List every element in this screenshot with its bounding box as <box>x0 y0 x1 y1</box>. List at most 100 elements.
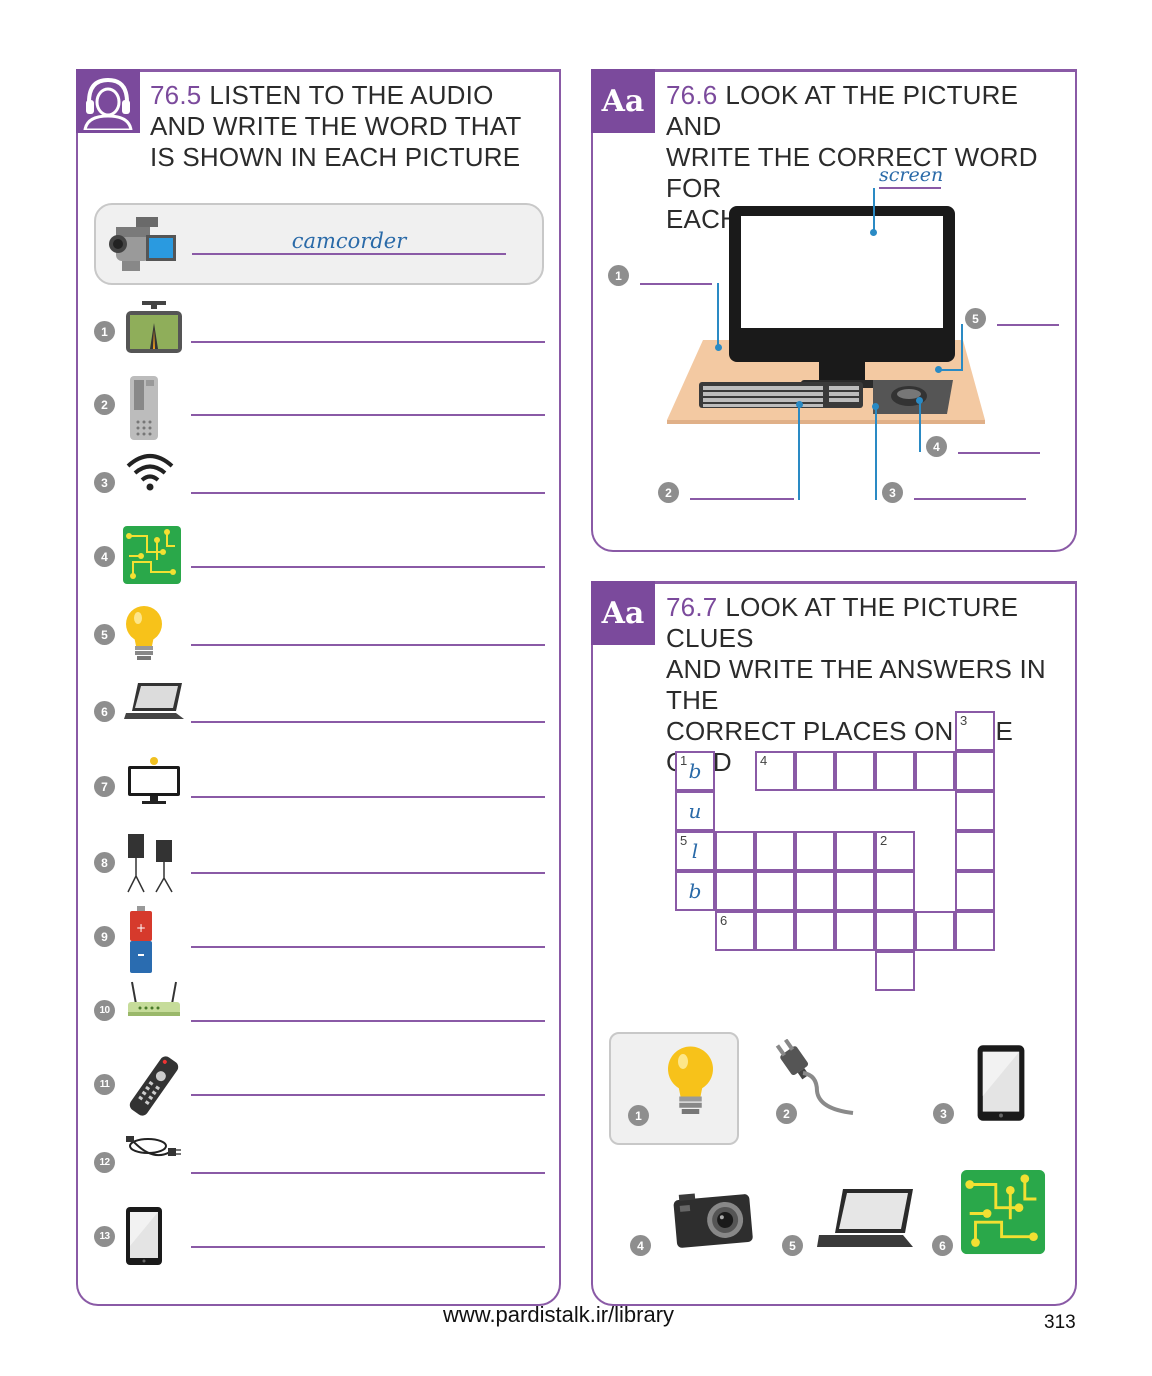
crossword-cell[interactable] <box>835 871 875 911</box>
item-number: 3 <box>94 472 115 493</box>
label-number: 1 <box>608 265 629 286</box>
clue-number: 2 <box>776 1103 797 1124</box>
crossword-cell[interactable] <box>715 871 755 911</box>
pointer-line <box>961 324 963 370</box>
pointer-line <box>798 404 800 500</box>
crossword-cell[interactable] <box>755 871 795 911</box>
answer-line[interactable] <box>191 1246 545 1248</box>
clue-number: 5 <box>782 1235 803 1256</box>
webcam-monitor-icon <box>126 756 182 811</box>
crossword-cell[interactable] <box>795 751 835 791</box>
crossword-cell[interactable] <box>955 751 995 791</box>
answer-line <box>958 452 1040 454</box>
example-answer: camcorder <box>291 229 407 253</box>
crossword-cell[interactable] <box>835 831 875 871</box>
item-number: 10 <box>94 1000 115 1021</box>
cable-icon <box>124 1132 182 1173</box>
crossword-cell[interactable] <box>955 831 995 871</box>
crossword-cell[interactable] <box>795 911 835 951</box>
item-number: 6 <box>94 701 115 722</box>
battery-icon: + <box>126 906 156 981</box>
crossword-cell[interactable]: 5l <box>675 831 715 871</box>
heading-line: LOOK AT THE PICTURE AND <box>666 80 1019 141</box>
exercise-number: 76.6 <box>666 80 718 110</box>
crossword-cell[interactable] <box>955 911 995 951</box>
answer-line[interactable] <box>191 946 545 948</box>
label-number: 4 <box>926 436 947 457</box>
crossword-cell[interactable]: 6 <box>715 911 755 951</box>
answer-line[interactable] <box>191 341 545 343</box>
clue-number: 3 <box>933 1103 954 1124</box>
answer-line[interactable] <box>191 414 545 416</box>
crossword-cell[interactable] <box>795 831 835 871</box>
answer-line <box>690 498 794 500</box>
router-icon <box>126 980 182 1025</box>
crossword-cell[interactable] <box>955 871 995 911</box>
heading-line: WRITE THE CORRECT WORD FOR <box>666 142 1038 203</box>
crossword-cell[interactable]: b <box>675 871 715 911</box>
crossword-cell[interactable]: 3 <box>955 711 995 751</box>
crossword-cell[interactable] <box>915 911 955 951</box>
pointer-line <box>873 188 875 232</box>
answer-line[interactable] <box>191 1094 545 1096</box>
pointer-dot <box>715 344 722 351</box>
light-bulb-icon <box>122 604 166 669</box>
wifi-icon <box>124 452 176 497</box>
crossword-cell[interactable] <box>915 751 955 791</box>
answer-line[interactable] <box>191 1020 545 1022</box>
crossword-cell[interactable] <box>755 911 795 951</box>
heading-line: AND WRITE THE WORD THAT <box>150 111 522 141</box>
crossword-cell[interactable] <box>955 791 995 831</box>
crossword-cell[interactable] <box>875 751 915 791</box>
camera-icon <box>673 1189 753 1254</box>
label-line <box>879 187 941 189</box>
crossword-cell[interactable]: 2 <box>875 831 915 871</box>
crossword-cell[interactable] <box>795 871 835 911</box>
crossword-cell[interactable] <box>835 911 875 951</box>
answer-line[interactable] <box>191 492 545 494</box>
answer-line[interactable] <box>191 644 545 646</box>
crossword-cell[interactable] <box>875 871 915 911</box>
computer-desk-illustration <box>667 206 985 424</box>
footer-url[interactable]: www.pardistalk.ir/library <box>443 1302 674 1328</box>
crossword-cell[interactable] <box>755 831 795 871</box>
pointer-line <box>717 283 719 345</box>
item-number: 11 <box>94 1074 115 1095</box>
vocabulary-badge: Aa <box>591 581 655 645</box>
camcorder-icon <box>109 217 176 271</box>
exercise-76-5-heading: 76.5 LISTEN TO THE AUDIO AND WRITE THE WO… <box>150 80 550 173</box>
crossword-cell[interactable]: 1b <box>675 751 715 791</box>
crossword-cell[interactable] <box>835 751 875 791</box>
label-number: 2 <box>658 482 679 503</box>
filled-letter: l <box>691 839 699 863</box>
heading-line: LISTEN TO THE AUDIO <box>209 80 494 110</box>
circuit-board-icon <box>961 1170 1046 1261</box>
item-number: 5 <box>94 624 115 645</box>
crossword-cell[interactable] <box>875 951 915 991</box>
page-number: 313 <box>1044 1312 1076 1333</box>
answer-line[interactable] <box>191 796 545 798</box>
answer-line[interactable] <box>191 721 545 723</box>
tablet-icon <box>124 1206 164 1271</box>
item-number: 4 <box>94 546 115 567</box>
crossword-cell[interactable] <box>715 831 755 871</box>
circuit-board-icon <box>123 526 181 589</box>
answer-line[interactable] <box>191 872 545 874</box>
filled-letter: b <box>688 879 702 903</box>
laptop-icon <box>124 681 186 726</box>
answer-line[interactable] <box>191 1172 545 1174</box>
answer-line[interactable] <box>191 566 545 568</box>
crossword-cell[interactable]: 4 <box>755 751 795 791</box>
clue-number: 4 <box>760 753 768 768</box>
sat-nav-icon <box>124 301 184 360</box>
pointer-dot <box>796 401 803 408</box>
pointer-line <box>875 406 877 500</box>
crossword-cell[interactable]: u <box>675 791 715 831</box>
item-number: 8 <box>94 852 115 873</box>
svg-text:+: + <box>136 921 146 935</box>
item-number: 13 <box>94 1226 115 1247</box>
item-number: 1 <box>94 321 115 342</box>
crossword-cell[interactable] <box>875 911 915 951</box>
vocabulary-badge: Aa <box>591 69 655 133</box>
clue-number: 6 <box>932 1235 953 1256</box>
